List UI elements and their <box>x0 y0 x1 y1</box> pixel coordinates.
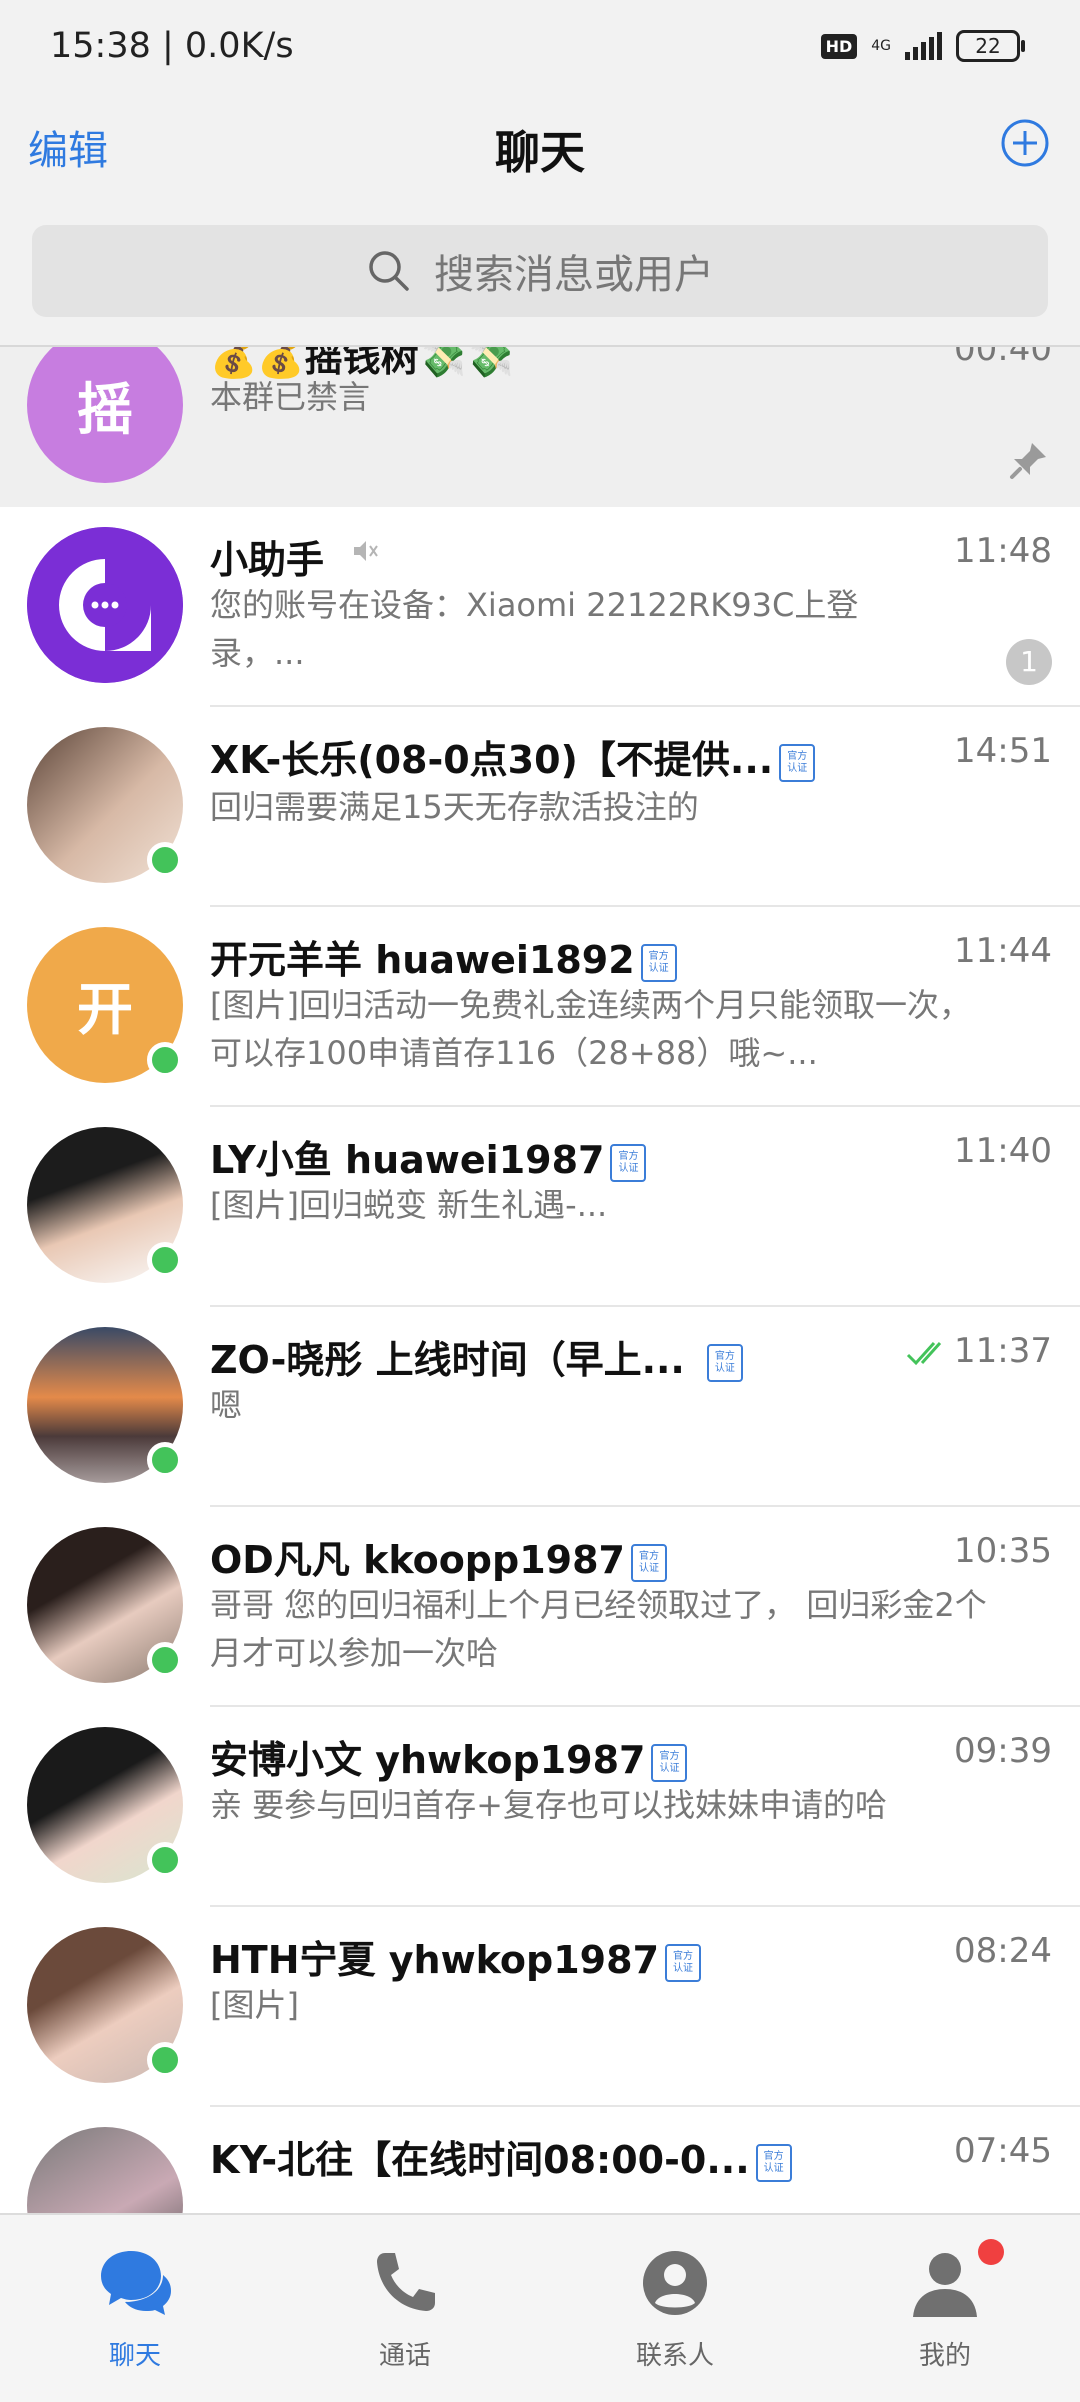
avatar: 摇 <box>27 347 183 483</box>
chat-name: XK-长乐(08-0点30)【不提供... 官方 认证 <box>210 729 816 784</box>
chat-time: 10:35 <box>954 1531 1052 1571</box>
chat-row-kaiyuan[interactable]: 开 开元羊羊 huawei1892 官方 认证 11:44 [图片]回归活动一免费礼… <box>0 907 1080 1107</box>
tab-calls[interactable]: 通话 <box>270 2215 540 2402</box>
chat-name: 安博小文 yhwkop1987 官方 认证 <box>210 1729 688 1784</box>
read-check-icon <box>906 1341 942 1366</box>
chat-row-ky[interactable]: KY-北往【在线时间08:00-0... 官方 认证 07:45 <box>0 2107 1080 2215</box>
chat-name: ZO-晓彤 上线时间（早上... 官方 认证 <box>210 1329 743 1384</box>
notification-dot <box>978 2239 1004 2265</box>
official-badge-icon: 官方 认证 <box>630 1543 667 1582</box>
chat-row-anbo[interactable]: 安博小文 yhwkop1987 官方 认证 09:39 亲 要参与回归首存+复存也可… <box>0 1707 1080 1907</box>
chat-name: HTH宁夏 yhwkop1987 官方 认证 <box>210 1929 702 1984</box>
chat-time: 11:40 <box>954 1131 1052 1171</box>
tab-label: 联系人 <box>635 2341 714 2371</box>
page-title: 聊天 <box>494 126 585 179</box>
online-indicator <box>147 1042 183 1078</box>
status-time: 15:38 | 0.0K/s <box>50 26 294 66</box>
chat-name: OD凡凡 kkoopp1987 官方 认证 <box>210 1529 667 1584</box>
chat-time: 09:39 <box>954 1731 1052 1771</box>
chat-message: 哥哥 您的回归福利上个月已经领取过了， 回归彩金2个月才可以参加一次哈 <box>210 1586 987 1672</box>
tab-chat[interactable]: 聊天 <box>0 2215 270 2402</box>
mute-icon <box>354 541 378 561</box>
official-badge-icon: 官方 认证 <box>665 1943 702 1982</box>
online-indicator <box>147 1642 183 1678</box>
chat-message: [图片]回归活动一免费礼金连续两个月只能领取一次，可以存100申请首存116（2… <box>210 986 971 1072</box>
search-placeholder: 搜索消息或用户 <box>434 252 714 298</box>
chat-row-hth[interactable]: HTH宁夏 yhwkop1987 官方 认证 08:24 [图片] <box>0 1907 1080 2107</box>
online-indicator <box>147 1842 183 1878</box>
title-bar: 编辑 聊天 <box>0 100 1080 195</box>
profile-icon <box>913 2253 977 2317</box>
chat-row-xk[interactable]: XK-长乐(08-0点30)【不提供... 官方 认证 14:51 回归需要满足15… <box>0 707 1080 907</box>
chat-message: 本群已禁言 <box>210 378 371 416</box>
tab-contacts[interactable]: 联系人 <box>540 2215 810 2402</box>
chat-message: [图片] <box>210 1986 299 2024</box>
official-badge-icon: 官方 认证 <box>755 2143 792 2182</box>
tab-label: 聊天 <box>108 2341 161 2371</box>
unread-badge: 1 <box>1006 639 1052 685</box>
chat-name: KY-北往【在线时间08:00-0... 官方 认证 <box>210 2129 792 2184</box>
signal-icon <box>905 32 942 60</box>
avatar <box>27 2127 183 2215</box>
chat-message: 嗯 <box>210 1386 243 1424</box>
pin-icon <box>1010 443 1046 479</box>
contact-icon <box>643 2251 707 2315</box>
chat-row-zo[interactable]: ZO-晓彤 上线时间（早上... 官方 认证 11:37 嗯 <box>0 1307 1080 1507</box>
chat-time: 00:40 <box>954 345 1052 369</box>
tab-label: 通话 <box>378 2341 431 2371</box>
chat-time: 11:48 <box>954 531 1052 571</box>
official-badge-icon: 官方 认证 <box>651 1743 688 1782</box>
chat-message: 您的账号在设备：Xiaomi 22122RK93C上登录，... <box>210 586 859 672</box>
online-indicator <box>147 1442 183 1478</box>
chat-name: LY小鱼 huawei1987 官方 认证 <box>210 1129 647 1184</box>
phone-icon <box>377 2253 435 2311</box>
chat-message: [图片]回归蜕变 新生礼遇-... <box>210 1186 608 1224</box>
online-indicator <box>147 2042 183 2078</box>
hd-icon: HD <box>820 33 858 59</box>
chat-message: 亲 要参与回归首存+复存也可以找妹妹申请的哈 <box>210 1786 887 1824</box>
status-icons: HD 4G 22 <box>820 30 1025 62</box>
chat-time: 11:37 <box>954 1331 1052 1371</box>
chat-time: 08:24 <box>954 1931 1052 1971</box>
network-type: 4G <box>871 38 891 54</box>
official-badge-icon: 官方 认证 <box>610 1143 647 1182</box>
chat-row-yaoqianshu[interactable]: 摇 💰💰摇钱树💸💸 00:40 本群已禁言 <box>0 345 1080 507</box>
avatar <box>27 527 183 683</box>
search-icon <box>369 251 409 291</box>
official-badge-icon: 官方 认证 <box>640 943 677 982</box>
official-badge-icon: 官方 认证 <box>779 743 816 782</box>
assistant-logo-icon <box>27 527 183 683</box>
chat-time: 07:45 <box>954 2131 1052 2171</box>
status-bar: 15:38 | 0.0K/s HD 4G 22 <box>0 0 1080 100</box>
add-icon[interactable] <box>1000 118 1050 168</box>
chat-bubbles-icon <box>101 2251 171 2315</box>
battery-icon: 22 <box>956 30 1025 62</box>
tab-me[interactable]: 我的 <box>810 2215 1080 2402</box>
chat-time: 11:44 <box>954 931 1052 971</box>
tab-label: 我的 <box>918 2341 971 2371</box>
chat-message: 回归需要满足15天无存款活投注的 <box>210 788 699 826</box>
chat-row-ly[interactable]: LY小鱼 huawei1987 官方 认证 11:40 [图片]回归蜕变 新生礼遇-… <box>0 1107 1080 1307</box>
official-badge-icon: 官方 认证 <box>706 1343 743 1382</box>
bottom-tab-bar: 聊天 通话 联系人 我的 <box>0 2213 1080 2402</box>
chat-list[interactable]: 摇 💰💰摇钱树💸💸 00:40 本群已禁言 小助手 11:48 您的账号在设备：… <box>0 345 1080 2215</box>
online-indicator <box>147 842 183 878</box>
chat-name: 小助手 <box>210 538 325 582</box>
search-input[interactable]: 搜索消息或用户 <box>32 225 1048 317</box>
chat-time: 14:51 <box>954 731 1052 771</box>
chat-row-od[interactable]: OD凡凡 kkoopp1987 官方 认证 10:35 哥哥 您的回归福利上个月已经… <box>0 1507 1080 1707</box>
chat-row-assistant[interactable]: 小助手 11:48 您的账号在设备：Xiaomi 22122RK93C上登录，.… <box>0 507 1080 707</box>
online-indicator <box>147 1242 183 1278</box>
chat-name: 开元羊羊 huawei1892 官方 认证 <box>210 929 677 984</box>
